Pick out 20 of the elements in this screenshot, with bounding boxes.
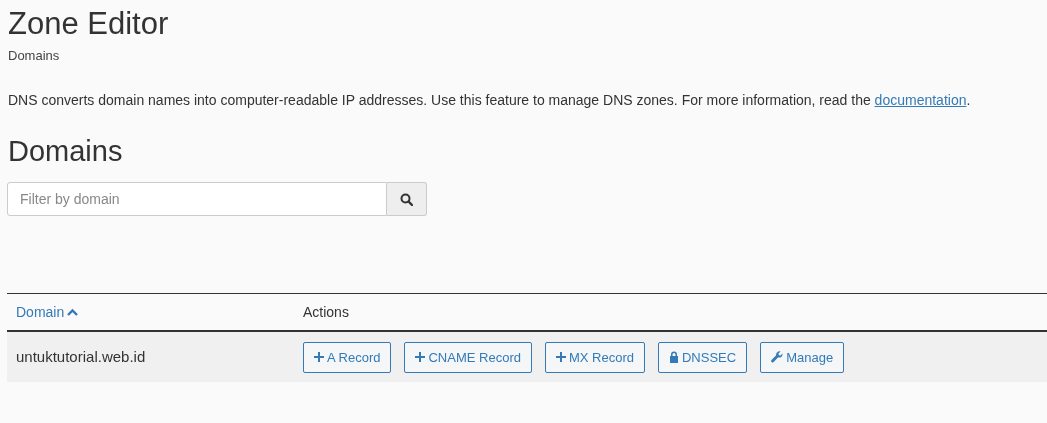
search-button[interactable]	[387, 182, 427, 216]
action-button[interactable]: MX Record	[544, 341, 645, 373]
description-text: DNS converts domain names into computer-readable IP addresses. Use this feature to manage DNS zones. For more information, read the documentation.	[8, 91, 972, 110]
search-icon	[400, 192, 413, 206]
page-title: Zone Editor	[8, 5, 170, 43]
wrench-icon	[771, 351, 784, 363]
action-button[interactable]: CNAME Record	[404, 341, 532, 373]
plus-icon	[555, 352, 566, 362]
column-header[interactable]: Domain	[16, 304, 79, 320]
lock-icon	[669, 351, 679, 363]
breadcrumb[interactable]: Domains	[8, 48, 1039, 63]
domain-name: untuktutorial.web.id	[16, 348, 146, 365]
plus-icon	[415, 352, 426, 362]
section-heading: Domains	[8, 134, 124, 169]
filter-field[interactable]: Filter by domain	[7, 182, 387, 216]
action-button[interactable]: Manage	[760, 341, 845, 373]
column-header[interactable]: Actions	[303, 304, 349, 320]
action-button[interactable]: A Record	[303, 341, 392, 373]
plus-icon	[314, 352, 324, 362]
action-button[interactable]: DNSSEC	[658, 341, 748, 373]
